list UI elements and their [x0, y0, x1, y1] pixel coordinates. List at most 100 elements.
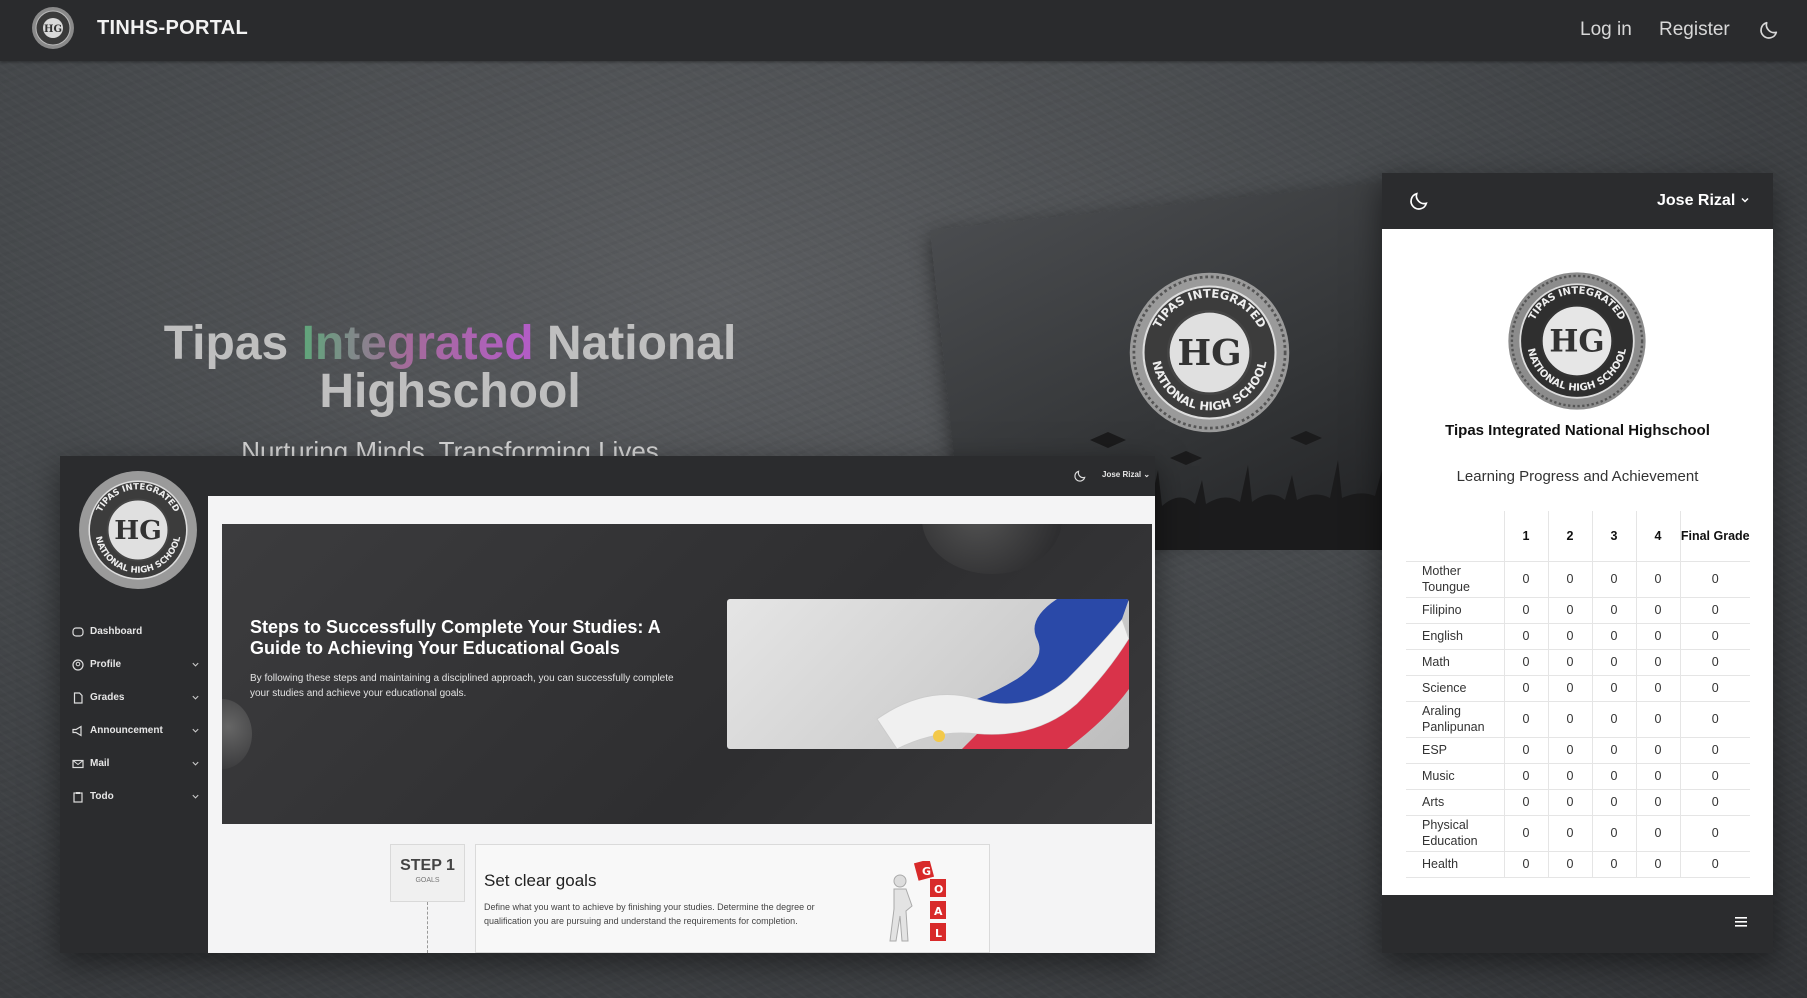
goal-letter: G — [922, 865, 931, 878]
column-header: 4 — [1636, 511, 1681, 562]
sidebar-item-mail[interactable]: Mail — [70, 747, 200, 780]
column-header: Final Grade — [1680, 511, 1750, 562]
table-row: Filipino 0 0 0 0 0 — [1406, 597, 1750, 624]
subject-cell: Health — [1406, 851, 1505, 878]
dashboard-icon — [72, 626, 84, 637]
hero-title-gradient: Integrated — [301, 317, 534, 370]
subject-cell: Araling Panlipunan — [1406, 701, 1505, 738]
grade-cell: 0 — [1592, 737, 1637, 764]
moon-icon[interactable] — [1073, 469, 1087, 483]
grade-cell: 0 — [1680, 623, 1750, 650]
subject-cell: Music — [1406, 763, 1505, 790]
moon-icon[interactable] — [1758, 19, 1780, 41]
goal-letter: O — [934, 883, 943, 896]
top-navbar: HG TINHS-PORTAL Log in Register — [0, 0, 1807, 61]
grade-cell: 0 — [1548, 675, 1593, 702]
grade-cell: 0 — [1548, 561, 1593, 598]
table-row: English 0 0 0 0 0 — [1406, 623, 1750, 650]
table-row: Science 0 0 0 0 0 — [1406, 675, 1750, 702]
table-row: Mother Tounguе 0 0 0 0 0 — [1406, 561, 1750, 598]
step-title: Set clear goals — [484, 871, 597, 890]
document-icon — [73, 691, 83, 704]
step-label: GOALS — [415, 877, 440, 884]
grade-cell: 0 — [1636, 737, 1681, 764]
flag-ribbon-icon — [876, 599, 1129, 749]
hero-title: Tipas Integrated National Highschool — [130, 320, 770, 416]
grade-cell: 0 — [1592, 763, 1637, 790]
moon-icon[interactable] — [1408, 190, 1430, 212]
grade-cell: 0 — [1548, 763, 1593, 790]
chevron-down-icon — [192, 728, 199, 733]
table-row: Music 0 0 0 0 0 — [1406, 763, 1750, 790]
hero-banner: Steps to Successfully Complete Your Stud… — [222, 524, 1152, 824]
grade-cell: 0 — [1680, 649, 1750, 676]
sidebar-item-label: Mail — [90, 758, 110, 769]
column-header — [1406, 511, 1505, 562]
goal-letter: L — [935, 927, 942, 940]
decorative-sphere — [922, 524, 1062, 574]
grade-cell: 0 — [1592, 561, 1637, 598]
subject-cell: Physical Education — [1406, 815, 1505, 852]
hamburger-icon[interactable] — [1734, 915, 1748, 929]
grade-cell: 0 — [1504, 649, 1549, 676]
grade-cell: 0 — [1680, 597, 1750, 624]
table-row: ESP 0 0 0 0 0 — [1406, 737, 1750, 764]
sidebar-menu: Dashboard Profile Grades Announcement Ma… — [70, 615, 200, 813]
sidebar-item-grades[interactable]: Grades — [70, 681, 200, 714]
grade-cell: 0 — [1504, 623, 1549, 650]
grades-panel: Jose Rizal HG TIPAS INTEGRATED NATIONAL … — [1382, 173, 1773, 953]
grade-cell: 0 — [1504, 701, 1549, 738]
grade-cell: 0 — [1548, 851, 1593, 878]
user-menu[interactable]: Jose Rizal ⌄ — [1102, 470, 1150, 479]
table-row: Physical Education 0 0 0 0 0 — [1406, 815, 1750, 852]
subject-cell: Mother Tounguе — [1406, 561, 1505, 598]
sidebar-item-label: Todo — [90, 791, 114, 802]
register-link[interactable]: Register — [1659, 19, 1730, 41]
grade-cell: 0 — [1636, 763, 1681, 790]
megaphone-icon — [72, 724, 82, 737]
grade-cell: 0 — [1680, 851, 1750, 878]
step-badge: STEP 1 GOALS — [390, 844, 465, 902]
grade-cell: 0 — [1636, 701, 1681, 738]
grade-cell: 0 — [1680, 561, 1750, 598]
hero-title-line2: Highschool — [319, 365, 581, 418]
dashboard-preview: HG TIPAS INTEGRATED NATIONAL HIGH SCHOOL… — [60, 456, 1155, 953]
grade-cell: 0 — [1592, 815, 1637, 852]
subject-cell: Arts — [1406, 789, 1505, 816]
grade-cell: 0 — [1592, 675, 1637, 702]
grade-cell: 0 — [1504, 597, 1549, 624]
sidebar-item-announcement[interactable]: Announcement — [70, 714, 200, 747]
step-card: Set clear goals Define what you want to … — [475, 844, 990, 953]
table-row: Health 0 0 0 0 0 — [1406, 851, 1750, 878]
grade-cell: 0 — [1636, 597, 1681, 624]
brand-name[interactable]: TINHS-PORTAL — [97, 17, 248, 40]
sidebar-item-profile[interactable]: Profile — [70, 648, 200, 681]
user-name: Jose Rizal — [1657, 192, 1736, 209]
grade-cell: 0 — [1592, 649, 1637, 676]
grade-cell: 0 — [1636, 675, 1681, 702]
grade-cell: 0 — [1636, 623, 1681, 650]
sidebar-item-todo[interactable]: Todo — [70, 780, 200, 813]
chevron-down-icon — [1741, 197, 1749, 203]
user-name: Jose Rizal — [1102, 470, 1142, 479]
sidebar-item-label: Announcement — [90, 725, 163, 736]
subject-cell: Math — [1406, 649, 1505, 676]
school-seal-icon: HG TIPAS INTEGRATED NATIONAL HIGH SCHOOL — [1508, 272, 1646, 410]
banner-text: By following these steps and maintaining… — [250, 673, 674, 699]
hero-subtitle: Nurturing Minds, Transforming Lives — [241, 436, 659, 456]
chevron-down-icon — [192, 761, 199, 766]
grade-cell: 0 — [1548, 815, 1593, 852]
grade-cell: 0 — [1504, 815, 1549, 852]
grades-topbar: Jose Rizal — [1382, 173, 1773, 229]
column-header: 2 — [1548, 511, 1593, 562]
philippine-flag-image — [727, 599, 1129, 749]
column-header: 3 — [1592, 511, 1637, 562]
grade-cell: 0 — [1680, 789, 1750, 816]
login-link[interactable]: Log in — [1580, 19, 1632, 41]
school-logo-icon[interactable]: HG — [31, 6, 75, 50]
grade-cell: 0 — [1592, 623, 1637, 650]
user-menu[interactable]: Jose Rizal — [1657, 192, 1750, 210]
grade-cell: 0 — [1592, 701, 1637, 738]
sidebar-item-label: Dashboard — [90, 626, 143, 637]
sidebar-item-dashboard[interactable]: Dashboard — [70, 615, 200, 648]
